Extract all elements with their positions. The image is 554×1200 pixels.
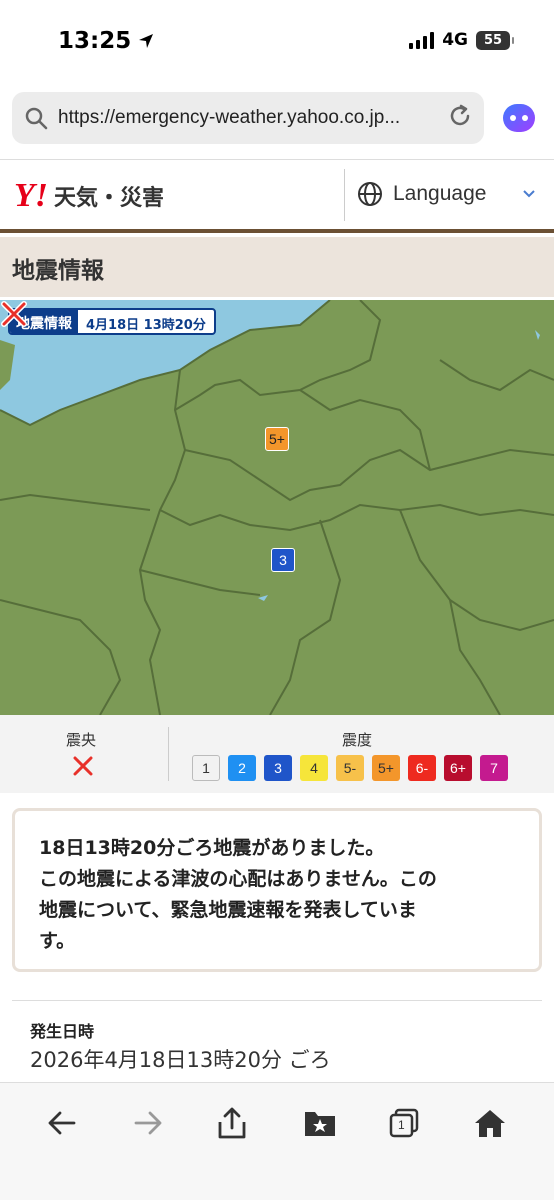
intensity-scale-item: 6- — [408, 755, 436, 781]
browser-toolbar: 1 — [0, 1082, 554, 1200]
back-button[interactable] — [44, 1105, 80, 1141]
search-icon — [25, 107, 48, 130]
globe-icon — [358, 182, 382, 206]
occurrence-date-label: 発生日時 — [30, 1022, 95, 1041]
share-button[interactable] — [214, 1105, 250, 1141]
earthquake-message: 18日13時20分ごろ地震がありました。 この地震による津波の心配はありません。… — [12, 808, 542, 972]
occurrence-date-value: 2026年4月18日13時20分 ごろ — [30, 1048, 331, 1072]
arrow-right-icon — [134, 1111, 162, 1135]
header-divider — [344, 169, 345, 221]
page-title: 地震情報 — [12, 258, 104, 284]
logo-mark: Y! — [14, 177, 48, 214]
message-line: す。 — [39, 930, 76, 952]
intensity-scale-item: 2 — [228, 755, 256, 781]
site-header: Y! 天気・災害 Language — [0, 161, 554, 233]
yahoo-weather-logo[interactable]: Y! 天気・災害 — [14, 177, 164, 215]
map-terrain — [0, 300, 554, 715]
chevron-down-icon — [523, 190, 535, 198]
message-line: 18日13時20分ごろ地震がありました。 — [39, 837, 385, 859]
intensity-scale-item: 3 — [264, 755, 292, 781]
forward-button[interactable] — [130, 1105, 166, 1141]
language-label: Language — [393, 182, 487, 205]
battery-level: 55 — [483, 32, 503, 48]
tabs-button[interactable]: 1 — [386, 1105, 422, 1141]
legend-epicenter-label: 震央 — [66, 731, 97, 749]
intensity-scale-item: 7 — [480, 755, 508, 781]
assistant-icon — [503, 104, 535, 132]
map-legend: 震央 震度 1 2 3 4 5- 5+ 6- 6+ 7 — [0, 715, 554, 793]
map-info-badge: 地震情報 4月18日 13時20分 — [8, 308, 216, 335]
home-button[interactable] — [472, 1105, 508, 1141]
intensity-scale-item: 1 — [192, 755, 220, 781]
bookmarks-button[interactable] — [302, 1105, 338, 1141]
section-divider — [12, 1000, 542, 1001]
address-bar[interactable]: https://emergency-weather.yahoo.co.jp... — [12, 92, 484, 144]
status-time-text: 13:25 — [58, 28, 132, 54]
home-icon — [475, 1110, 505, 1137]
intensity-scale-item: 4 — [300, 755, 328, 781]
arrow-left-icon — [48, 1111, 76, 1135]
bookmark-folder-icon — [305, 1112, 335, 1136]
browser-address-area: https://emergency-weather.yahoo.co.jp... — [0, 84, 554, 160]
earthquake-map[interactable]: 地震情報 4月18日 13時20分 5+ 3 — [0, 300, 554, 715]
language-selector[interactable]: Language — [357, 181, 486, 207]
epicenter-icon — [73, 756, 93, 776]
status-time: 13:25 — [58, 28, 155, 54]
intensity-scale-item: 6+ — [444, 755, 472, 781]
page-title-bar: 地震情報 — [0, 237, 554, 297]
reload-button[interactable] — [448, 104, 472, 132]
intensity-scale-item: 5- — [336, 755, 364, 781]
battery-icon: 55 — [476, 30, 514, 50]
assistant-button[interactable] — [500, 100, 538, 136]
logo-text: 天気・災害 — [54, 186, 165, 211]
share-icon — [218, 1107, 246, 1139]
reload-icon — [450, 104, 470, 126]
message-line: この地震による津波の心配はありません。この — [39, 868, 437, 890]
signal-icon — [409, 31, 435, 49]
location-arrow-icon — [139, 34, 154, 48]
message-line: 地震について、緊急地震速報を発表していま — [39, 899, 417, 921]
epicenter-marker-icon — [1, 301, 27, 327]
network-type: 4G — [442, 30, 468, 50]
tab-count: 1 — [398, 1118, 405, 1132]
url-text: https://emergency-weather.yahoo.co.jp... — [58, 107, 401, 128]
intensity-scale: 1 2 3 4 5- 5+ 6- 6+ 7 — [192, 755, 508, 781]
status-indicators: 4G 55 — [409, 30, 514, 50]
intensity-marker[interactable]: 3 — [271, 548, 295, 572]
legend-intensity-label: 震度 — [342, 731, 373, 749]
status-bar: 13:25 4G 55 — [0, 0, 554, 84]
intensity-scale-item: 5+ — [372, 755, 400, 781]
intensity-marker[interactable]: 5+ — [265, 427, 289, 451]
legend-divider — [168, 727, 169, 781]
map-badge-time: 4月18日 13時20分 — [86, 318, 206, 333]
